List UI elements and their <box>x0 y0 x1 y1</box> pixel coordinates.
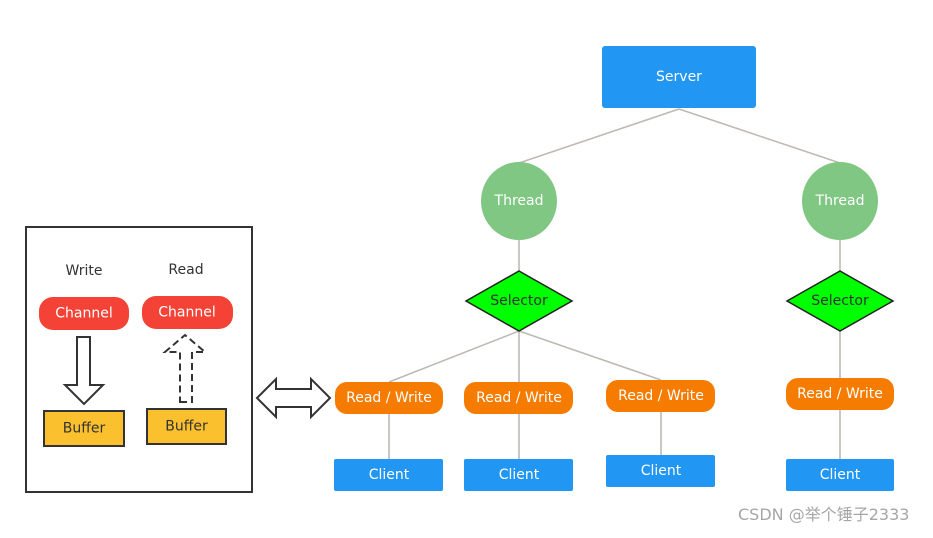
selector-node: Selector <box>464 270 574 332</box>
selector-label: Selector <box>490 293 548 309</box>
read-label: Read <box>168 262 203 278</box>
read-write-node: Read / Write <box>335 382 443 414</box>
client-node: Client <box>334 459 443 491</box>
edge-server-thread2 <box>678 108 841 164</box>
read-write-label: Read / Write <box>476 390 562 406</box>
selector-label: Selector <box>811 293 869 309</box>
write-label: Write <box>66 263 103 279</box>
nio-diagram: Server Thread Thread Selector Selector R… <box>25 46 909 524</box>
thread-node: Thread <box>481 162 557 240</box>
read-write-node: Read / Write <box>464 382 573 414</box>
server-node: Server <box>602 46 756 108</box>
thread-label: Thread <box>815 193 865 209</box>
read-write-node: Read / Write <box>606 380 715 412</box>
watermark: CSDN @举个锤子2333 <box>738 505 909 524</box>
channel-buffer-panel: Write Read Channel Channel Buffer Buffer <box>25 226 253 493</box>
write-channel-label: Channel <box>55 306 112 322</box>
thread-node: Thread <box>802 162 878 240</box>
client-label: Client <box>499 467 540 483</box>
client-label: Client <box>820 467 861 483</box>
read-channel-label: Channel <box>158 305 215 321</box>
selector-node: Selector <box>785 270 895 332</box>
server-label: Server <box>656 69 702 85</box>
double-arrow-icon <box>255 376 332 420</box>
edge-selector1-rw3 <box>518 330 662 381</box>
read-write-label: Read / Write <box>797 386 883 402</box>
client-node: Client <box>606 455 715 487</box>
edge-selector1-rw1 <box>388 330 520 383</box>
write-buffer-label: Buffer <box>63 421 106 437</box>
client-label: Client <box>369 467 410 483</box>
client-label: Client <box>641 463 682 479</box>
thread-label: Thread <box>494 193 544 209</box>
read-write-label: Read / Write <box>618 388 704 404</box>
client-node: Client <box>464 459 573 491</box>
edge-server-thread1 <box>518 108 680 164</box>
read-write-label: Read / Write <box>346 390 432 406</box>
read-buffer-label: Buffer <box>165 419 208 435</box>
read-write-node: Read / Write <box>786 378 894 410</box>
client-node: Client <box>786 459 894 491</box>
